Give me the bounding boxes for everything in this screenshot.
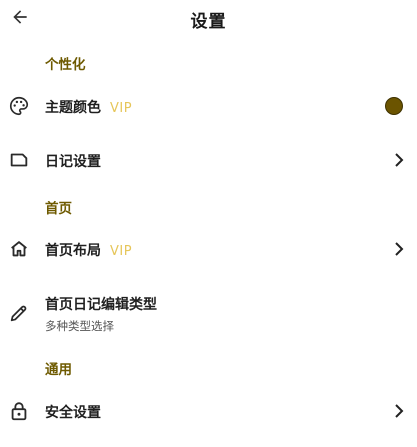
chevron-right-icon <box>393 242 405 256</box>
vip-badge: VIP <box>110 101 133 116</box>
home-layout-label: 首页布局 <box>45 243 101 259</box>
diary-settings-label: 日记设置 <box>45 154 101 170</box>
pencil-icon <box>8 302 30 324</box>
home-icon <box>8 238 30 260</box>
home-layout-row[interactable]: 首页布局 VIP <box>0 231 417 267</box>
section-header-personalize: 个性化 <box>45 57 86 73</box>
home-diary-edit-type-row[interactable]: 首页日记编辑类型 多种类型选择 <box>0 290 417 338</box>
theme-color-row[interactable]: 主题颜色 VIP <box>0 88 417 124</box>
vip-badge: VIP <box>110 244 133 259</box>
security-settings-label: 安全设置 <box>45 405 101 421</box>
page-title: 设置 <box>190 12 227 32</box>
theme-color-swatch[interactable] <box>385 97 403 115</box>
settings-page: 设置 个性化 主题颜色 VIP 日记设置 首页 首页布局 VIP 首页日记编辑类… <box>0 0 417 447</box>
chevron-right-icon <box>393 404 405 418</box>
section-header-general: 通用 <box>45 362 72 378</box>
diary-settings-row[interactable]: 日记设置 <box>0 142 417 178</box>
security-settings-row[interactable]: 安全设置 <box>0 393 417 429</box>
lock-icon <box>8 400 30 422</box>
palette-icon <box>8 95 30 117</box>
app-bar: 设置 <box>0 0 417 38</box>
home-diary-edit-type-subtitle: 多种类型选择 <box>45 319 114 333</box>
home-diary-edit-type-label: 首页日记编辑类型 <box>45 297 157 313</box>
section-header-home: 首页 <box>45 201 72 217</box>
theme-color-label: 主题颜色 <box>45 100 101 116</box>
chevron-right-icon <box>393 153 405 167</box>
label-tag-icon <box>8 149 30 171</box>
